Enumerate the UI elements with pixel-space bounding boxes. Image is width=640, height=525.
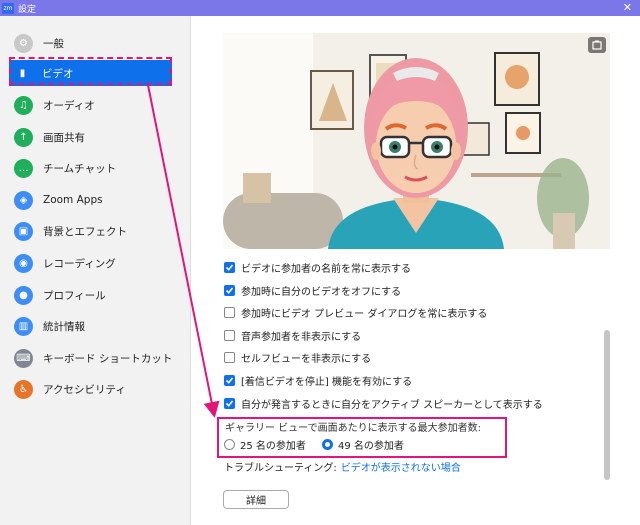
screen-share-icon: ↑	[14, 127, 33, 147]
gallery-option-49-label: 49 名の参加者	[338, 440, 404, 452]
option-label: [着信ビデオを停止] 機能を有効にする	[241, 376, 413, 388]
gear-icon: ⚙	[14, 33, 33, 53]
recording-icon: ◉	[14, 253, 33, 273]
gallery-title: ギャラリー ビューで画面あたりに表示する最大参加者数:	[225, 423, 481, 434]
profile-icon: ●	[14, 285, 33, 305]
sidebar-item-label: チームチャット	[43, 162, 117, 175]
checkbox[interactable]	[224, 329, 235, 341]
option-row[interactable]: セルフビューを非表示にする	[224, 348, 371, 366]
sidebar-item-label: Zoom Apps	[43, 194, 103, 206]
checkbox[interactable]	[224, 351, 235, 363]
troubleshooting-label: トラブルシューティング:	[224, 463, 337, 474]
title-bar: zm 設定 ✕	[0, 0, 640, 16]
close-icon[interactable]: ✕	[623, 0, 632, 16]
sidebar-item-10[interactable]: ⌨ キーボード ショートカット	[10, 345, 174, 371]
sidebar-item-label: 統計情報	[43, 320, 85, 333]
option-row[interactable]: 参加時にビデオ プレビュー ダイアログを常に表示する	[224, 303, 487, 321]
sidebar-item-5[interactable]: ◈ Zoom Apps	[10, 187, 174, 213]
sidebar-item-2[interactable]: ♫ オーディオ	[10, 92, 174, 118]
statistics-icon: ▥	[14, 316, 33, 336]
option-row[interactable]: ビデオに参加者の名前を常に表示する	[224, 258, 411, 276]
sidebar-item-label: アクセシビリティ	[43, 383, 126, 396]
apps-icon: ◈	[14, 190, 33, 210]
gallery-option-49[interactable]: 49 名の参加者	[322, 436, 404, 452]
zoom-logo-icon: zm	[2, 2, 14, 14]
sidebar-item-11[interactable]: ♿ アクセシビリティ	[10, 376, 174, 402]
sidebar-item-label: オーディオ	[43, 99, 95, 112]
option-row[interactable]: 参加時に自分のビデオをオフにする	[224, 281, 401, 299]
sidebar-item-label: 背景とエフェクト	[43, 225, 127, 238]
sidebar-item-6[interactable]: ▣ 背景とエフェクト	[10, 218, 174, 244]
option-label: 参加時にビデオ プレビュー ダイアログを常に表示する	[241, 308, 488, 320]
option-row[interactable]: 音声参加者を非表示にする	[224, 326, 361, 344]
radio-49[interactable]	[322, 438, 333, 450]
gallery-option-25-label: 25 名の参加者	[240, 440, 306, 452]
sidebar-item-label: プロフィール	[43, 289, 106, 302]
sidebar-item-8[interactable]: ● プロフィール	[10, 282, 174, 308]
avatar-preview-image	[223, 33, 610, 249]
checkbox[interactable]	[224, 306, 235, 318]
checkbox-checked[interactable]	[224, 261, 235, 273]
video-preview	[223, 33, 610, 249]
sidebar-item-label: 画面共有	[43, 131, 85, 144]
video-highlight-box	[9, 57, 172, 85]
option-label: 音声参加者を非表示にする	[241, 331, 362, 343]
window-title: 設定	[18, 4, 37, 15]
sidebar-item-9[interactable]: ▥ 統計情報	[10, 313, 174, 339]
option-label: ビデオに参加者の名前を常に表示する	[241, 263, 411, 275]
option-label: 参加時に自分のビデオをオフにする	[241, 286, 402, 298]
sidebar-item-label: 一般	[43, 37, 64, 50]
sidebar-item-7[interactable]: ◉ レコーディング	[10, 250, 174, 276]
detail-button[interactable]: 詳細	[223, 490, 289, 509]
keyboard-icon: ⌨	[14, 348, 33, 368]
radio-25[interactable]	[224, 438, 235, 450]
checkbox-checked[interactable]	[224, 374, 235, 386]
option-label: 自分が発言するときに自分をアクティブ スピーカーとして表示する	[241, 399, 543, 411]
chat-icon: …	[14, 158, 33, 178]
gallery-option-25[interactable]: 25 名の参加者	[224, 436, 306, 452]
headphones-icon: ♫	[14, 95, 33, 115]
background-icon: ▣	[14, 221, 33, 241]
troubleshooting-row: トラブルシューティング: ビデオが表示されない場合	[224, 459, 461, 474]
sidebar-item-3[interactable]: ↑ 画面共有	[10, 124, 174, 150]
checkbox-checked[interactable]	[224, 397, 235, 409]
option-row[interactable]: 自分が発言するときに自分をアクティブ スピーカーとして表示する	[224, 394, 543, 412]
accessibility-icon: ♿	[14, 379, 33, 399]
sidebar-item-label: キーボード ショートカット	[43, 352, 173, 365]
checkbox-checked[interactable]	[224, 284, 235, 296]
scrollbar-thumb[interactable]	[604, 330, 610, 480]
sidebar-item-label: レコーディング	[43, 257, 116, 270]
option-label: セルフビューを非表示にする	[241, 353, 372, 365]
troubleshooting-link[interactable]: ビデオが表示されない場合	[341, 463, 461, 474]
sidebar-item-0[interactable]: ⚙ 一般	[10, 30, 174, 56]
option-row[interactable]: [着信ビデオを停止] 機能を有効にする	[224, 371, 412, 389]
sidebar-item-4[interactable]: … チームチャット	[10, 155, 174, 181]
rotate-camera-icon[interactable]	[588, 37, 606, 53]
